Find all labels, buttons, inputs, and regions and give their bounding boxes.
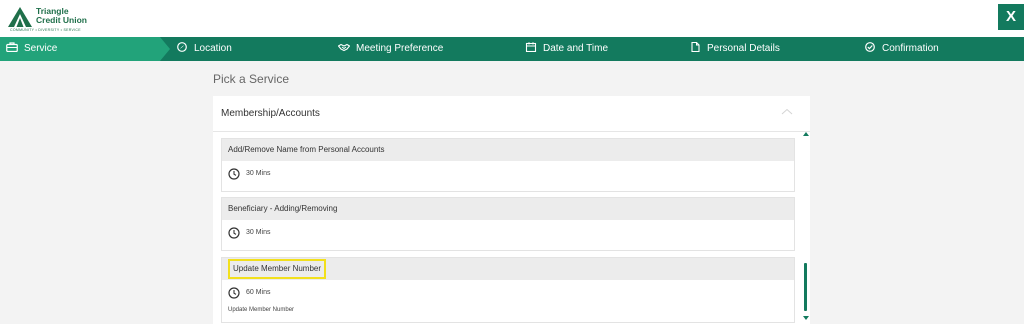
clock-icon <box>228 168 240 180</box>
triangle-logo-icon <box>8 7 32 27</box>
step-label: Personal Details <box>707 43 780 54</box>
top-bar: Triangle Credit Union COMMUNITY • DIVERS… <box>0 0 1024 37</box>
service-card[interactable]: Beneficiary - Adding/Removing 30 Mins <box>221 197 795 251</box>
category-header[interactable]: Membership/Accounts <box>213 96 810 132</box>
step-label: Service <box>24 43 58 54</box>
scrollbar[interactable] <box>802 132 810 322</box>
step-service[interactable]: Service <box>6 37 57 61</box>
step-confirmation[interactable]: Confirmation <box>864 37 939 61</box>
close-button[interactable]: X <box>998 4 1024 30</box>
document-icon <box>691 42 700 53</box>
chevron-up-icon[interactable] <box>781 108 793 116</box>
step-location[interactable]: Location <box>176 37 232 61</box>
check-circle-icon <box>865 42 875 53</box>
service-panel: Membership/Accounts Add/Remove Name from… <box>213 96 810 324</box>
logo-tagline: COMMUNITY • DIVERSITY • SERVICE <box>10 28 81 32</box>
duration-label: 60 Mins <box>246 289 271 296</box>
handshake-icon <box>338 44 350 52</box>
step-meeting-preference[interactable]: Meeting Preference <box>338 37 443 61</box>
scroll-down-arrow[interactable] <box>803 316 809 320</box>
duration-label: 30 Mins <box>246 229 271 236</box>
step-date-and-time[interactable]: Date and Time <box>525 37 608 61</box>
service-title: Add/Remove Name from Personal Accounts <box>222 139 794 161</box>
page-title: Pick a Service <box>213 72 290 86</box>
step-bar: Service Location Meeting Preference Date… <box>0 37 1024 61</box>
service-description: Update Member Number <box>228 307 295 313</box>
logo-name: Triangle Credit Union <box>36 7 87 25</box>
logo[interactable]: Triangle Credit Union COMMUNITY • DIVERS… <box>8 6 118 34</box>
service-list: Add/Remove Name from Personal Accounts 3… <box>221 138 807 324</box>
briefcase-icon <box>6 42 18 53</box>
step-label: Location <box>194 43 232 54</box>
category-title: Membership/Accounts <box>221 108 320 119</box>
compass-icon <box>177 42 187 53</box>
scroll-thumb[interactable] <box>804 263 807 311</box>
service-title: Beneficiary - Adding/Removing <box>222 198 794 220</box>
step-label: Confirmation <box>882 43 939 54</box>
duration-label: 30 Mins <box>246 170 271 177</box>
step-label: Meeting Preference <box>356 43 444 54</box>
scroll-up-arrow[interactable] <box>803 132 809 136</box>
logo-name-line2: Credit Union <box>36 15 87 25</box>
step-label: Date and Time <box>543 43 609 54</box>
highlighted-service-title: Update Member Number <box>228 259 327 279</box>
step-personal-details[interactable]: Personal Details <box>689 37 780 61</box>
service-card[interactable]: Add/Remove Name from Personal Accounts 3… <box>221 138 795 192</box>
clock-icon <box>228 287 240 299</box>
service-card[interactable]: Update Member Number 60 Mins Update Memb… <box>221 257 795 323</box>
calendar-icon <box>525 42 537 53</box>
service-title: Update Member Number <box>222 258 794 280</box>
clock-icon <box>228 227 240 239</box>
